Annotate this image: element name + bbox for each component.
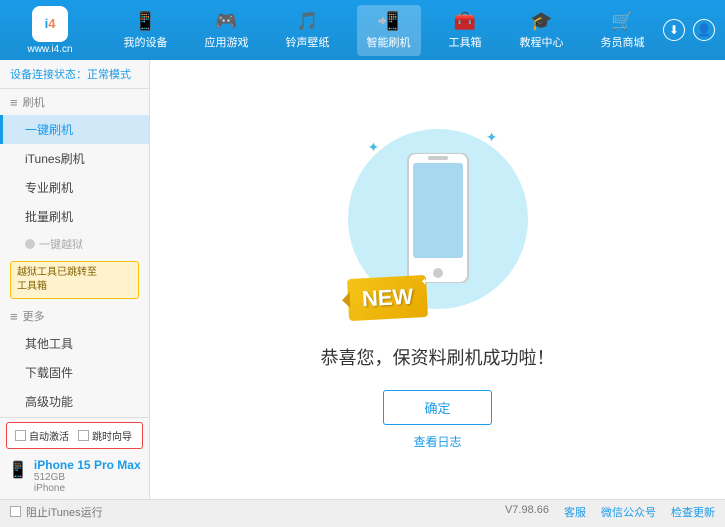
device-storage: 512GB <box>34 472 141 483</box>
version-label: V7.98.66 <box>505 504 549 520</box>
disabled-indicator <box>25 239 35 249</box>
sidebar: 设备连接状态：正常模式 ≡ 刷机 一键刷机 iTunes刷机 专业刷机 批量刷机… <box>0 60 150 499</box>
main-content: NEW ✦ ✦ ✦ 恭喜您，保资料刷机成功啦！ 确定 查看日志 <box>150 60 725 499</box>
sidebar-section-flash: ≡ 刷机 <box>0 89 149 115</box>
logo-url: www.i4.cn <box>27 44 72 55</box>
phone-body <box>403 153 473 286</box>
app-games-icon: 🎮 <box>215 11 237 32</box>
nav-smart-flash[interactable]: 📲 智能刷机 <box>357 5 421 56</box>
phone-svg <box>403 153 473 283</box>
logo-area: i4 www.i4.cn <box>10 6 90 55</box>
auto-activate-checkbox[interactable] <box>15 430 26 441</box>
device-name: iPhone 15 Pro Max <box>34 458 141 472</box>
check-update-link[interactable]: 检查更新 <box>671 504 715 520</box>
device-type: iPhone <box>34 483 141 494</box>
log-link[interactable]: 查看日志 <box>413 433 461 450</box>
device-phone-icon: 📱 <box>8 460 28 480</box>
sidebar-notice: 越狱工具已跳转至工具箱 <box>10 261 139 299</box>
header: i4 www.i4.cn 📱 我的设备 🎮 应用游戏 🎵 铃声壁纸 📲 智能刷机… <box>0 0 725 60</box>
badge-arrow <box>341 292 350 308</box>
app-logo-icon: i4 <box>32 6 68 42</box>
main-container: 设备连接状态：正常模式 ≡ 刷机 一键刷机 iTunes刷机 专业刷机 批量刷机… <box>0 60 725 499</box>
toolbox-icon: 🧰 <box>454 11 476 32</box>
nav-tutorial[interactable]: 🎓 教程中心 <box>510 5 574 56</box>
more-section-icon: ≡ <box>10 309 18 324</box>
nav-app-games[interactable]: 🎮 应用游戏 <box>195 5 259 56</box>
service-icon: 🛒 <box>611 11 633 32</box>
my-device-icon: 📱 <box>134 11 156 32</box>
footer-right: V7.98.66 客服 微信公众号 检查更新 <box>505 504 715 520</box>
footer-left: 阻止iTunes运行 <box>10 504 103 520</box>
user-button[interactable]: 👤 <box>693 19 715 41</box>
new-badge: NEW ✦ <box>346 275 427 321</box>
sidebar-section-more: ≡ 更多 <box>0 303 149 329</box>
nav-bar: 📱 我的设备 🎮 应用游戏 🎵 铃声壁纸 📲 智能刷机 🧰 工具箱 🎓 教程中心… <box>105 5 663 56</box>
phone-illustration: NEW ✦ ✦ ✦ <box>338 109 538 329</box>
sidebar-item-advanced[interactable]: 高级功能 <box>0 387 149 416</box>
download-button[interactable]: ⬇ <box>663 19 685 41</box>
sidebar-bottom: 自动激活 跳时向导 📱 iPhone 15 Pro Max 512GB iPho… <box>0 417 149 499</box>
nav-ringtone[interactable]: 🎵 铃声壁纸 <box>276 5 340 56</box>
confirm-button[interactable]: 确定 <box>383 390 491 425</box>
header-controls: ⬇ 👤 <box>663 19 715 41</box>
official-link[interactable]: 客服 <box>564 504 586 520</box>
success-message: 恭喜您，保资料刷机成功啦！ <box>321 344 555 370</box>
sidebar-item-other-tools[interactable]: 其他工具 <box>0 329 149 358</box>
sidebar-item-pro-flash[interactable]: 专业刷机 <box>0 173 149 202</box>
stop-itunes-checkbox[interactable] <box>10 506 21 517</box>
stop-itunes-label: 阻止iTunes运行 <box>26 504 103 520</box>
nav-toolbox[interactable]: 🧰 工具箱 <box>438 5 493 56</box>
sidebar-item-download-firmware[interactable]: 下载固件 <box>0 358 149 387</box>
ringtone-icon: 🎵 <box>296 11 318 32</box>
sidebar-item-one-key-flash[interactable]: 一键刷机 <box>0 115 149 144</box>
auto-activate-panel: 自动激活 跳时向导 <box>6 422 143 449</box>
device-text: iPhone 15 Pro Max 512GB iPhone <box>34 458 141 494</box>
sidebar-status: 设备连接状态：正常模式 <box>0 60 149 89</box>
auto-activate-checkbox-item[interactable]: 自动激活 <box>15 428 69 443</box>
sidebar-main: 设备连接状态：正常模式 ≡ 刷机 一键刷机 iTunes刷机 专业刷机 批量刷机… <box>0 60 149 417</box>
wechat-link[interactable]: 微信公众号 <box>601 504 656 520</box>
time-guide-checkbox[interactable] <box>78 430 89 441</box>
sparkle-icon-2: ✦ <box>486 129 498 146</box>
device-entry: 📱 iPhone 15 Pro Max 512GB iPhone <box>0 453 149 499</box>
sidebar-item-itunes-flash[interactable]: iTunes刷机 <box>0 144 149 173</box>
new-badge-text: NEW <box>361 284 414 312</box>
sidebar-disabled-jailbreak: 一键越狱 <box>0 231 149 257</box>
nav-service[interactable]: 🛒 务员商城 <box>591 5 655 56</box>
time-guide-checkbox-item[interactable]: 跳时向导 <box>78 428 132 443</box>
nav-my-device[interactable]: 📱 我的设备 <box>114 5 178 56</box>
smart-flash-icon: 📲 <box>377 11 399 32</box>
sidebar-item-batch-flash[interactable]: 批量刷机 <box>0 202 149 231</box>
flash-section-icon: ≡ <box>10 95 18 110</box>
footer: 阻止iTunes运行 V7.98.66 客服 微信公众号 检查更新 <box>0 499 725 523</box>
tutorial-icon: 🎓 <box>530 11 552 32</box>
sparkle-icon-1: ✦ <box>368 139 380 156</box>
